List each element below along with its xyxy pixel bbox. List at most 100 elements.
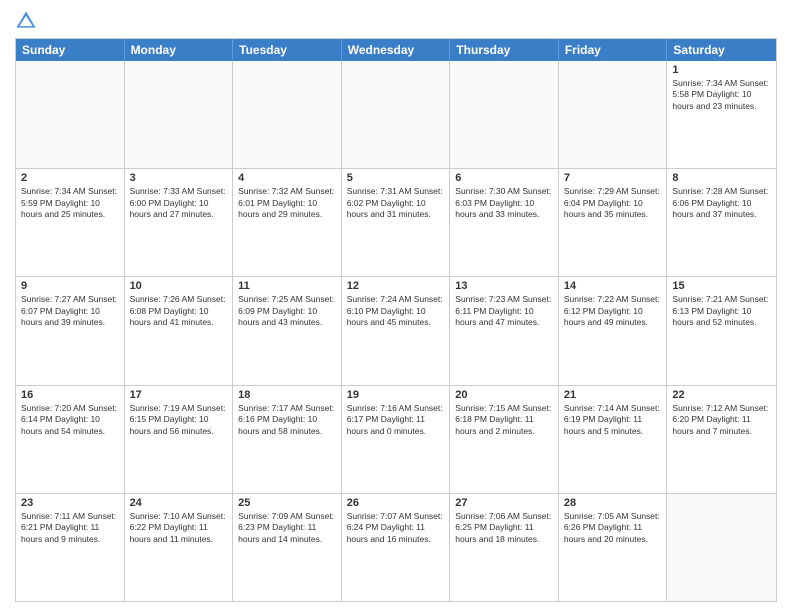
weekday-header: Friday bbox=[559, 39, 668, 61]
calendar-cell bbox=[450, 61, 559, 168]
day-number: 7 bbox=[564, 172, 662, 184]
day-info: Sunrise: 7:11 AM Sunset: 6:21 PM Dayligh… bbox=[21, 511, 119, 545]
calendar-cell: 23Sunrise: 7:11 AM Sunset: 6:21 PM Dayli… bbox=[16, 494, 125, 601]
day-number: 14 bbox=[564, 280, 662, 292]
day-info: Sunrise: 7:10 AM Sunset: 6:22 PM Dayligh… bbox=[130, 511, 228, 545]
day-number: 5 bbox=[347, 172, 445, 184]
calendar-cell: 16 Sunrise: 7:20 AM Sunset: 6:14 PM Dayli… bbox=[16, 386, 125, 493]
day-number: 25 bbox=[238, 497, 336, 509]
calendar-cell: 25 Sunrise: 7:09 AM Sunset: 6:23 PM Dayli… bbox=[233, 494, 342, 601]
calendar-cell: 15 Sunrise: 7:21 AM Sunset: 6:13 PM Dayli… bbox=[667, 277, 776, 384]
calendar-cell: 4 Sunrise: 7:32 AM Sunset: 6:01 PM Daylig… bbox=[233, 169, 342, 276]
calendar-cell: 11Sunrise: 7:25 AM Sunset: 6:09 PM Dayli… bbox=[233, 277, 342, 384]
calendar-cell: 13 Sunrise: 7:23 AM Sunset: 6:11 PM Dayli… bbox=[450, 277, 559, 384]
day-info: Sunrise: 7:05 AM Sunset: 6:26 PM Dayligh… bbox=[564, 511, 662, 545]
day-number: 6 bbox=[455, 172, 553, 184]
day-number: 2 bbox=[21, 172, 119, 184]
day-number: 17 bbox=[130, 389, 228, 401]
day-info: Sunrise: 7:34 AM Sunset: 5:58 PM Dayligh… bbox=[672, 78, 771, 112]
weekday-header: Tuesday bbox=[233, 39, 342, 61]
day-info: Sunrise: 7:20 AM Sunset: 6:14 PM Dayligh… bbox=[21, 403, 119, 437]
calendar-cell: 6 Sunrise: 7:30 AM Sunset: 6:03 PM Daylig… bbox=[450, 169, 559, 276]
calendar-cell: 21Sunrise: 7:14 AM Sunset: 6:19 PM Dayli… bbox=[559, 386, 668, 493]
calendar-cell: 1 Sunrise: 7:34 AM Sunset: 5:58 PM Daylig… bbox=[667, 61, 776, 168]
day-number: 26 bbox=[347, 497, 445, 509]
calendar-cell: 10 Sunrise: 7:26 AM Sunset: 6:08 PM Dayli… bbox=[125, 277, 234, 384]
weekday-header: Wednesday bbox=[342, 39, 451, 61]
day-info: Sunrise: 7:06 AM Sunset: 6:25 PM Dayligh… bbox=[455, 511, 553, 545]
day-number: 24 bbox=[130, 497, 228, 509]
calendar-cell bbox=[667, 494, 776, 601]
day-number: 3 bbox=[130, 172, 228, 184]
calendar-cell: 17 Sunrise: 7:19 AM Sunset: 6:15 PM Dayli… bbox=[125, 386, 234, 493]
day-info: Sunrise: 7:31 AM Sunset: 6:02 PM Dayligh… bbox=[347, 186, 445, 220]
day-number: 20 bbox=[455, 389, 553, 401]
day-number: 19 bbox=[347, 389, 445, 401]
day-number: 10 bbox=[130, 280, 228, 292]
calendar-cell: 2 Sunrise: 7:34 AM Sunset: 5:59 PM Daylig… bbox=[16, 169, 125, 276]
day-number: 22 bbox=[672, 389, 771, 401]
day-info: Sunrise: 7:19 AM Sunset: 6:15 PM Dayligh… bbox=[130, 403, 228, 437]
calendar-row: 9 Sunrise: 7:27 AM Sunset: 6:07 PM Daylig… bbox=[16, 276, 776, 384]
day-info: Sunrise: 7:09 AM Sunset: 6:23 PM Dayligh… bbox=[238, 511, 336, 545]
day-info: Sunrise: 7:27 AM Sunset: 6:07 PM Dayligh… bbox=[21, 294, 119, 328]
weekday-header: Saturday bbox=[667, 39, 776, 61]
calendar-cell: 8 Sunrise: 7:28 AM Sunset: 6:06 PM Daylig… bbox=[667, 169, 776, 276]
day-info: Sunrise: 7:16 AM Sunset: 6:17 PM Dayligh… bbox=[347, 403, 445, 437]
day-number: 27 bbox=[455, 497, 553, 509]
day-number: 13 bbox=[455, 280, 553, 292]
calendar-cell bbox=[233, 61, 342, 168]
day-info: Sunrise: 7:22 AM Sunset: 6:12 PM Dayligh… bbox=[564, 294, 662, 328]
calendar: SundayMondayTuesdayWednesdayThursdayFrid… bbox=[15, 38, 777, 602]
day-number: 18 bbox=[238, 389, 336, 401]
calendar-cell bbox=[342, 61, 451, 168]
calendar-row: 1 Sunrise: 7:34 AM Sunset: 5:58 PM Daylig… bbox=[16, 61, 776, 168]
calendar-cell: 26 Sunrise: 7:07 AM Sunset: 6:24 PM Dayli… bbox=[342, 494, 451, 601]
calendar-cell bbox=[559, 61, 668, 168]
day-info: Sunrise: 7:33 AM Sunset: 6:00 PM Dayligh… bbox=[130, 186, 228, 220]
weekday-header: Monday bbox=[125, 39, 234, 61]
calendar-cell: 5 Sunrise: 7:31 AM Sunset: 6:02 PM Daylig… bbox=[342, 169, 451, 276]
day-number: 28 bbox=[564, 497, 662, 509]
calendar-cell: 3 Sunrise: 7:33 AM Sunset: 6:00 PM Daylig… bbox=[125, 169, 234, 276]
day-info: Sunrise: 7:30 AM Sunset: 6:03 PM Dayligh… bbox=[455, 186, 553, 220]
calendar-cell: 7 Sunrise: 7:29 AM Sunset: 6:04 PM Daylig… bbox=[559, 169, 668, 276]
calendar-cell: 28 Sunrise: 7:05 AM Sunset: 6:26 PM Dayli… bbox=[559, 494, 668, 601]
calendar-cell: 20 Sunrise: 7:15 AM Sunset: 6:18 PM Dayli… bbox=[450, 386, 559, 493]
calendar-row: 16 Sunrise: 7:20 AM Sunset: 6:14 PM Dayli… bbox=[16, 385, 776, 493]
calendar-cell bbox=[16, 61, 125, 168]
day-info: Sunrise: 7:23 AM Sunset: 6:11 PM Dayligh… bbox=[455, 294, 553, 328]
day-number: 16 bbox=[21, 389, 119, 401]
calendar-header: SundayMondayTuesdayWednesdayThursdayFrid… bbox=[16, 39, 776, 61]
calendar-cell bbox=[125, 61, 234, 168]
day-info: Sunrise: 7:12 AM Sunset: 6:20 PM Dayligh… bbox=[672, 403, 771, 437]
day-number: 21 bbox=[564, 389, 662, 401]
day-info: Sunrise: 7:32 AM Sunset: 6:01 PM Dayligh… bbox=[238, 186, 336, 220]
day-info: Sunrise: 7:26 AM Sunset: 6:08 PM Dayligh… bbox=[130, 294, 228, 328]
day-number: 11 bbox=[238, 280, 336, 292]
logo bbox=[15, 10, 41, 32]
day-number: 12 bbox=[347, 280, 445, 292]
calendar-cell: 22 Sunrise: 7:12 AM Sunset: 6:20 PM Dayli… bbox=[667, 386, 776, 493]
logo-icon bbox=[15, 10, 37, 32]
day-info: Sunrise: 7:24 AM Sunset: 6:10 PM Dayligh… bbox=[347, 294, 445, 328]
day-info: Sunrise: 7:34 AM Sunset: 5:59 PM Dayligh… bbox=[21, 186, 119, 220]
day-number: 8 bbox=[672, 172, 771, 184]
day-info: Sunrise: 7:21 AM Sunset: 6:13 PM Dayligh… bbox=[672, 294, 771, 328]
calendar-cell: 14 Sunrise: 7:22 AM Sunset: 6:12 PM Dayli… bbox=[559, 277, 668, 384]
calendar-cell: 19 Sunrise: 7:16 AM Sunset: 6:17 PM Dayli… bbox=[342, 386, 451, 493]
day-info: Sunrise: 7:29 AM Sunset: 6:04 PM Dayligh… bbox=[564, 186, 662, 220]
day-number: 1 bbox=[672, 64, 771, 76]
calendar-row: 2 Sunrise: 7:34 AM Sunset: 5:59 PM Daylig… bbox=[16, 168, 776, 276]
page: SundayMondayTuesdayWednesdayThursdayFrid… bbox=[0, 0, 792, 612]
day-number: 9 bbox=[21, 280, 119, 292]
day-info: Sunrise: 7:28 AM Sunset: 6:06 PM Dayligh… bbox=[672, 186, 771, 220]
calendar-cell: 12 Sunrise: 7:24 AM Sunset: 6:10 PM Dayli… bbox=[342, 277, 451, 384]
day-number: 15 bbox=[672, 280, 771, 292]
calendar-cell: 9 Sunrise: 7:27 AM Sunset: 6:07 PM Daylig… bbox=[16, 277, 125, 384]
day-info: Sunrise: 7:07 AM Sunset: 6:24 PM Dayligh… bbox=[347, 511, 445, 545]
day-number: 4 bbox=[238, 172, 336, 184]
weekday-header: Thursday bbox=[450, 39, 559, 61]
day-info: Sunrise: 7:15 AM Sunset: 6:18 PM Dayligh… bbox=[455, 403, 553, 437]
calendar-cell: 24 Sunrise: 7:10 AM Sunset: 6:22 PM Dayli… bbox=[125, 494, 234, 601]
